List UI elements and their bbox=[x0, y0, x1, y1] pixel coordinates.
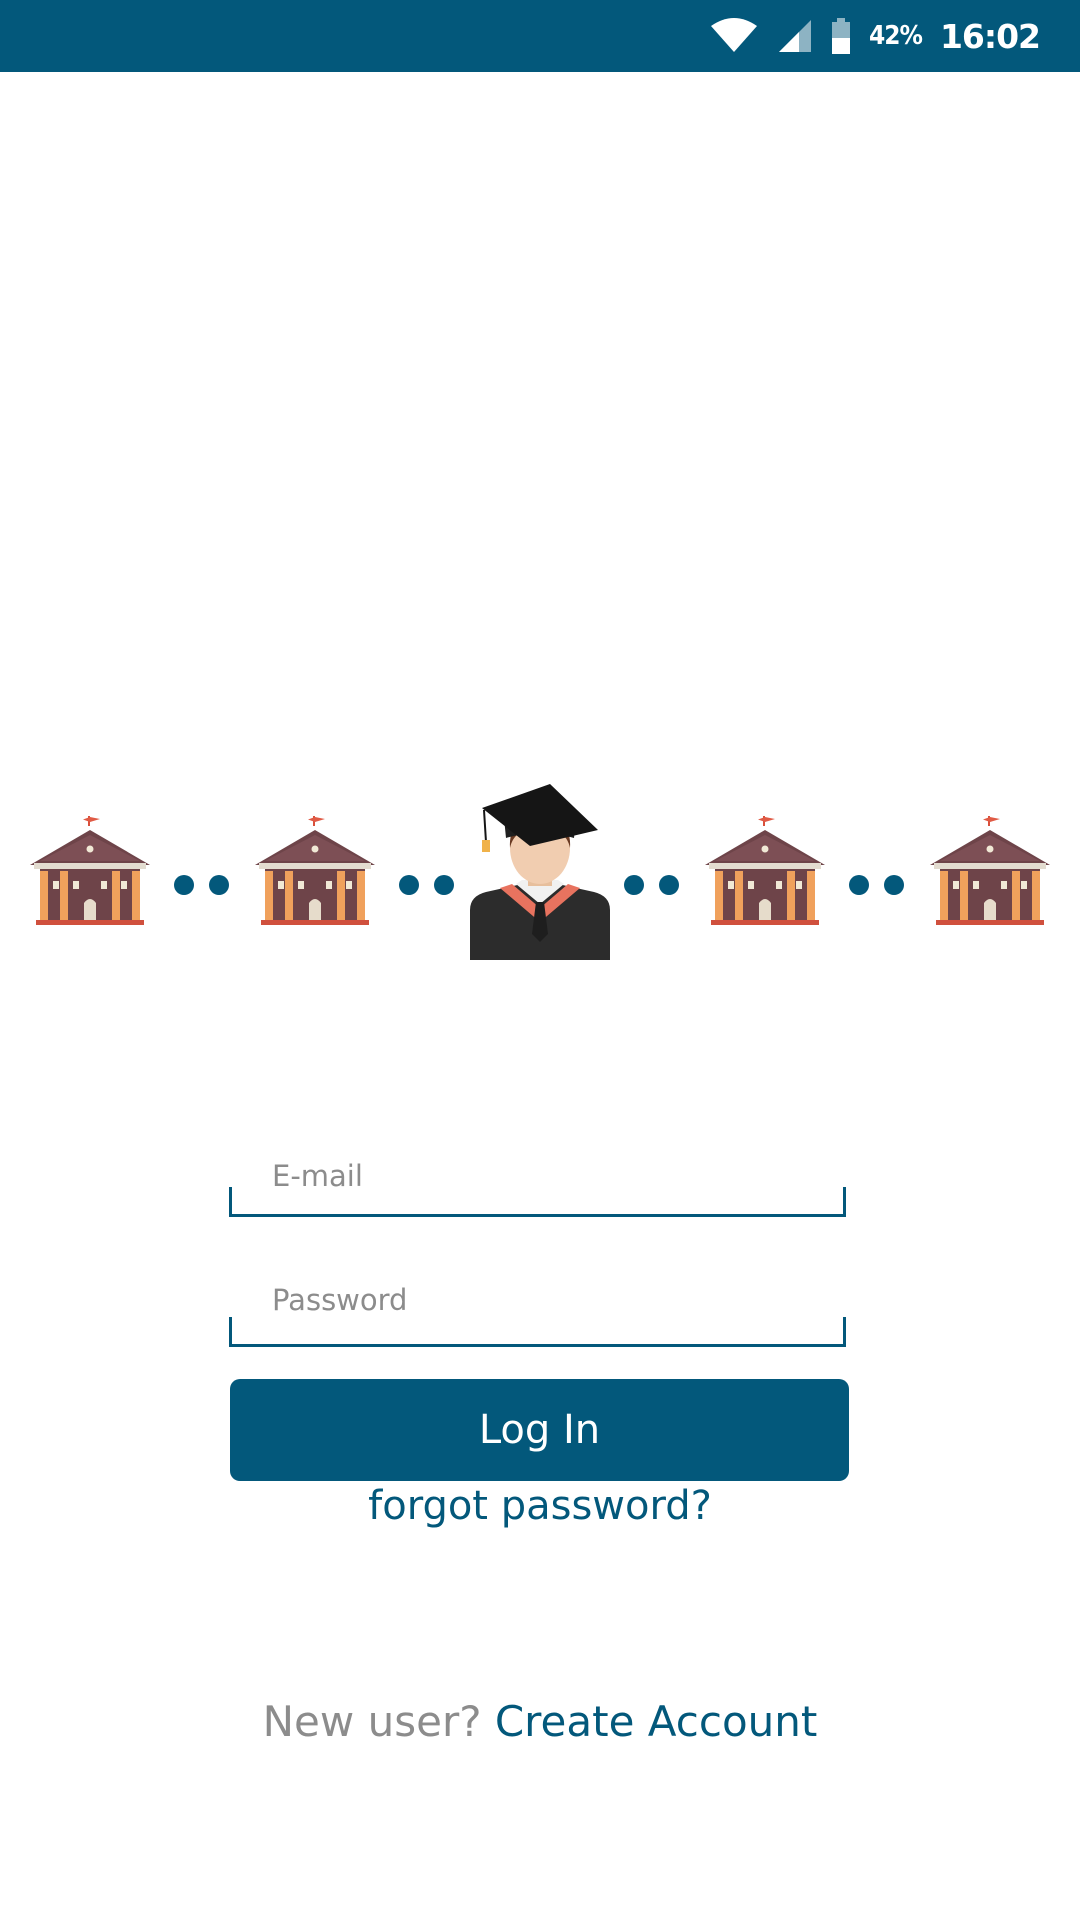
university-building-icon bbox=[255, 816, 375, 925]
hero-illustration bbox=[0, 770, 1080, 970]
new-user-prompt: New user? bbox=[262, 1697, 482, 1746]
wifi-icon bbox=[709, 18, 759, 54]
password-field[interactable]: Password bbox=[229, 1281, 850, 1353]
email-underline bbox=[229, 1187, 846, 1217]
email-field[interactable]: E-mail bbox=[229, 1155, 850, 1225]
dots-icon bbox=[849, 875, 904, 895]
battery-percentage: 42% bbox=[868, 21, 923, 51]
dots-icon bbox=[624, 875, 679, 895]
university-building-icon bbox=[930, 816, 1050, 925]
cellular-signal-icon bbox=[777, 18, 813, 54]
graduate-student-icon bbox=[470, 784, 610, 960]
forgot-password-link[interactable]: forgot password? bbox=[0, 1483, 1080, 1529]
create-account-link[interactable]: Create Account bbox=[495, 1697, 818, 1746]
university-building-icon bbox=[30, 816, 150, 925]
dots-icon bbox=[399, 875, 454, 895]
dots-icon bbox=[174, 875, 229, 895]
status-bar: 42% 16:02 bbox=[0, 0, 1080, 72]
password-underline bbox=[229, 1317, 846, 1347]
clock: 16:02 bbox=[939, 16, 1041, 56]
status-icons: 42% 16:02 bbox=[709, 0, 1041, 72]
signup-row: New user? Create Account bbox=[0, 1697, 1080, 1746]
login-button[interactable]: Log In bbox=[230, 1379, 849, 1481]
battery-icon bbox=[831, 18, 851, 54]
password-placeholder: Password bbox=[272, 1283, 408, 1317]
university-building-icon bbox=[705, 816, 825, 925]
